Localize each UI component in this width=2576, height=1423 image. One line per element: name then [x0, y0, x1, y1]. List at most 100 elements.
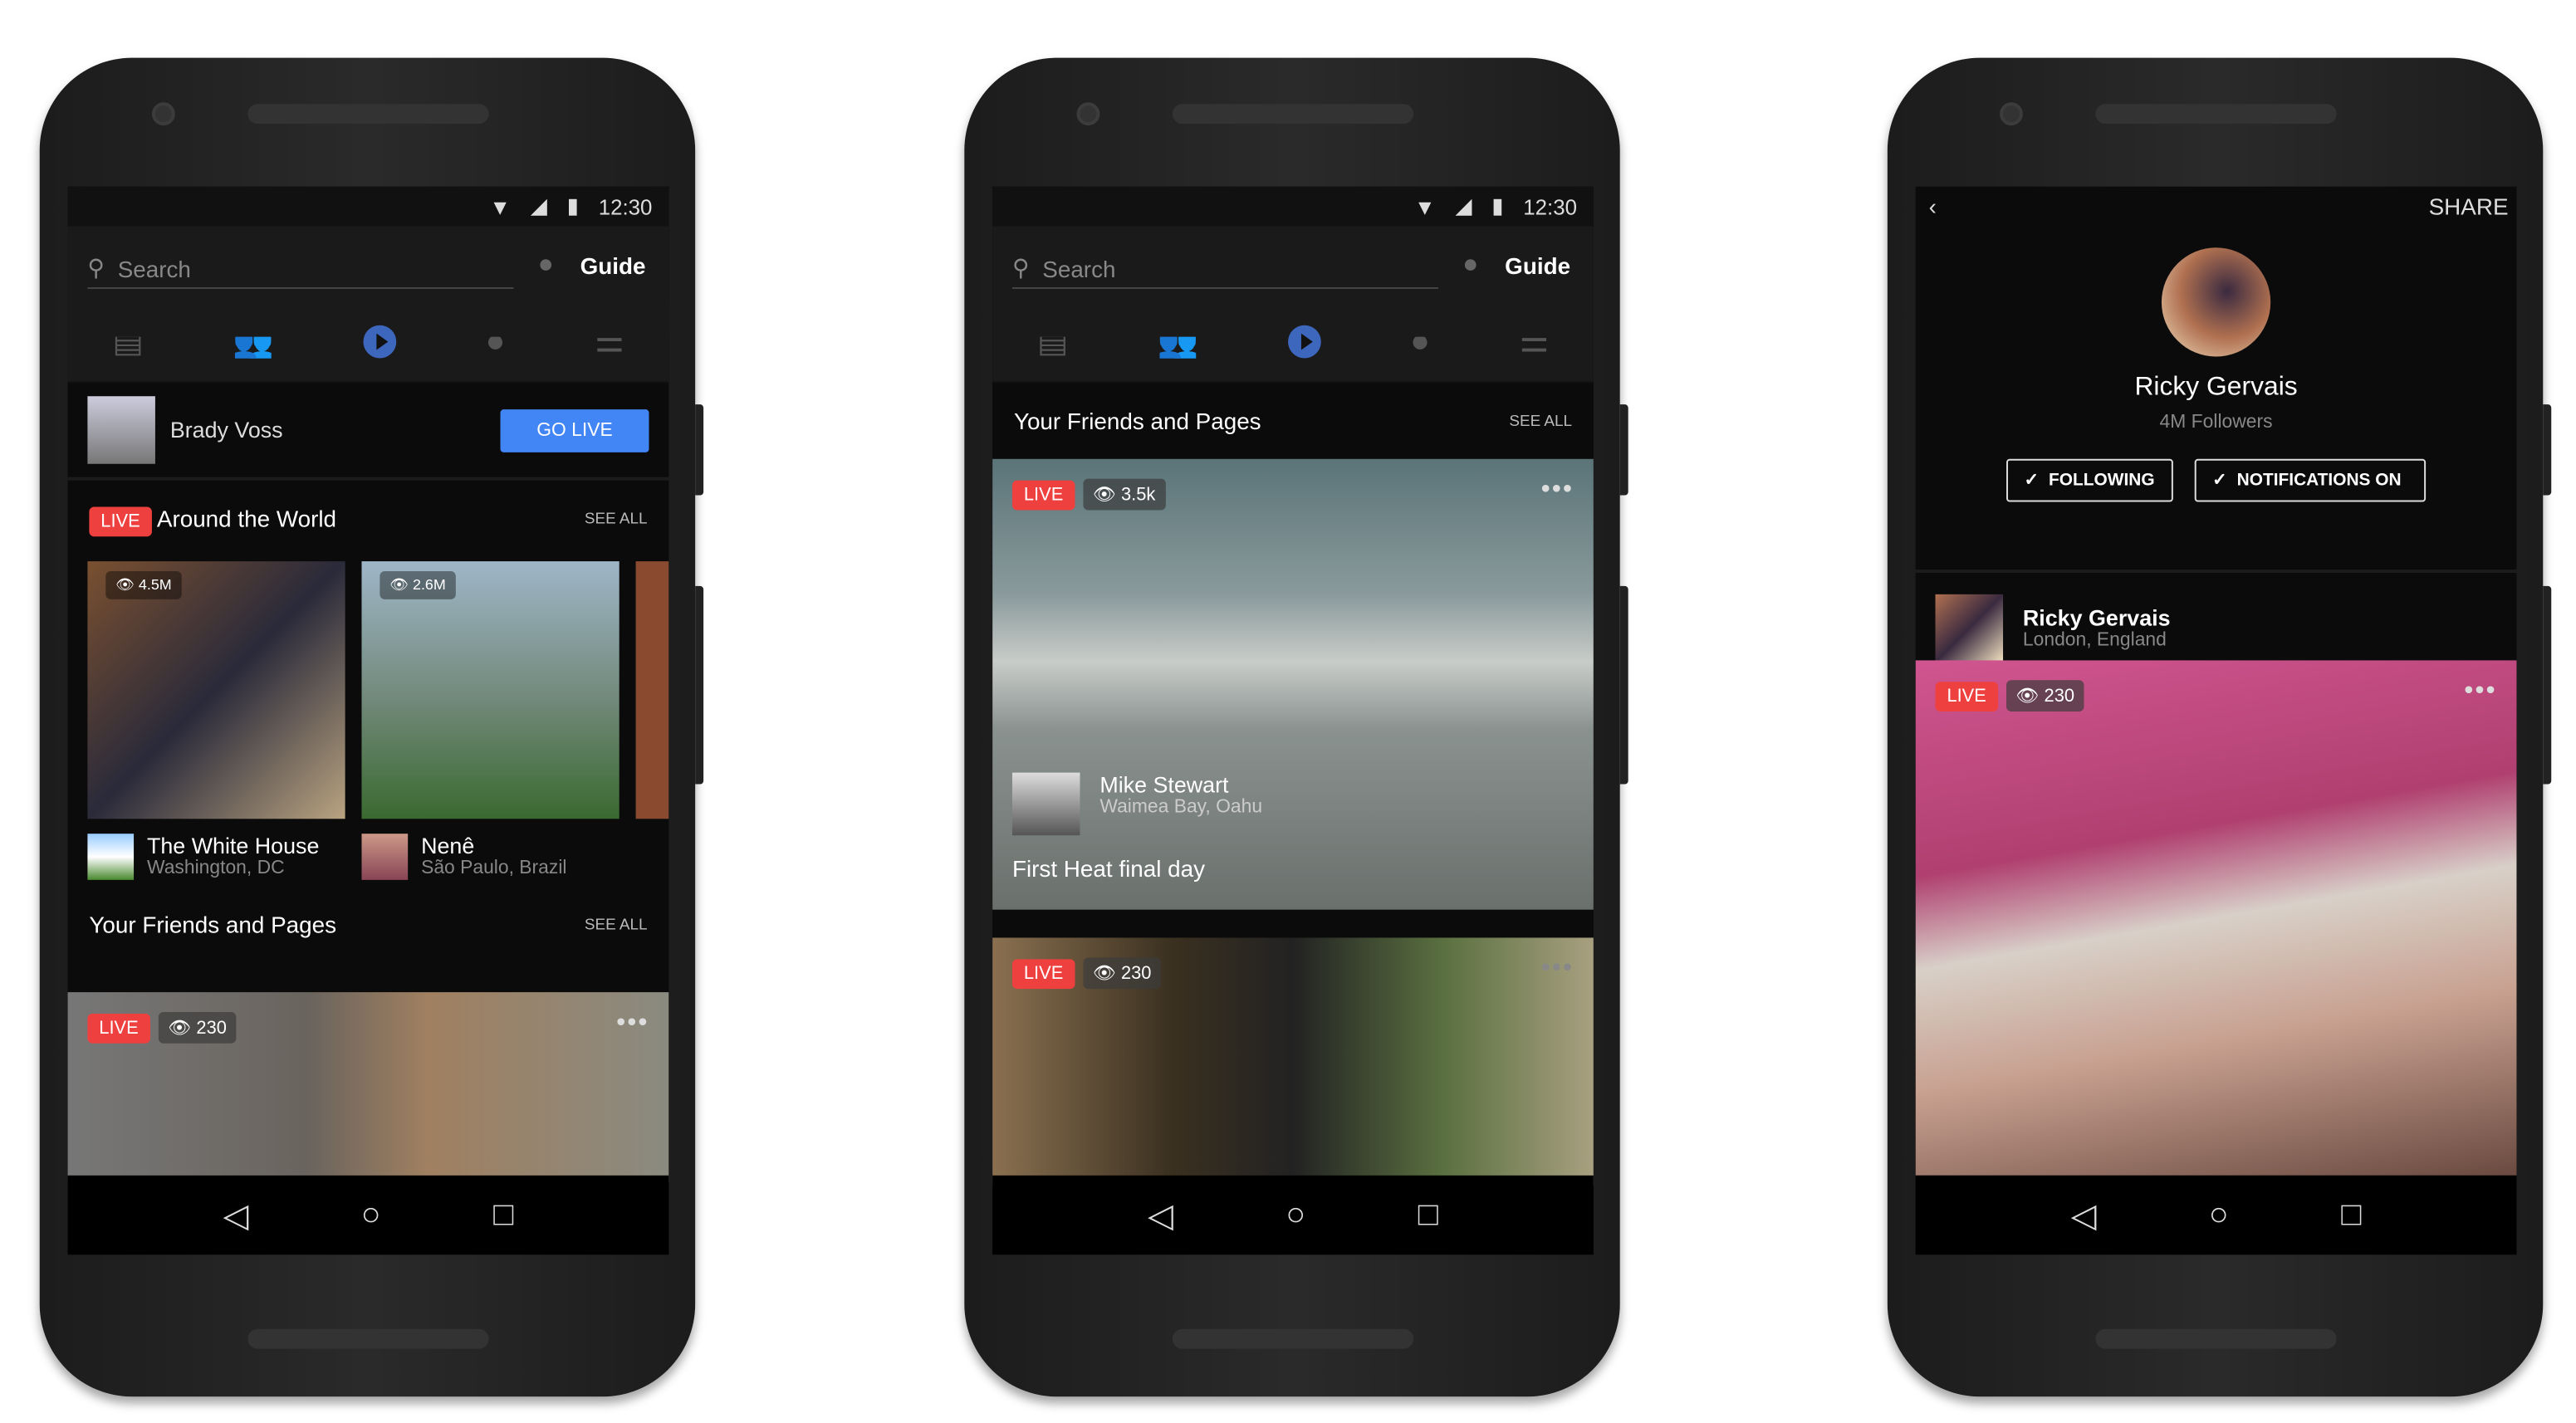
avatar [361, 834, 409, 880]
live-video[interactable]: LIVE 👁 230 ••• [67, 992, 669, 1182]
item-name: The White House [146, 834, 320, 859]
user-name: Brady Voss [169, 418, 283, 443]
phone-1: ▼ ◢ ▮ 12:30 ⚲ Search ● Guide ▤ 👥 ● ☰ Brady Voss … [39, 57, 704, 1397]
view-count: 4.5M [138, 575, 172, 593]
phone-3: ‹ SHARE Ricky Gervais 4M Followers ✓ FOLLO… [1887, 57, 2552, 1397]
live-badge: LIVE [1011, 958, 1075, 989]
home-icon[interactable]: ○ [1286, 1196, 1305, 1235]
profile-avatar [2161, 247, 2271, 357]
camera [2000, 102, 2023, 126]
back-chevron-icon[interactable]: ‹ [1929, 193, 1937, 220]
list-item[interactable]: The White House Washington, DC [87, 834, 319, 880]
follower-count: 4M Followers [2159, 413, 2273, 433]
view-count: 230 [196, 1018, 227, 1039]
view-count: 3.5k [1120, 485, 1156, 506]
following-label: FOLLOWING [2049, 470, 2155, 491]
signal-icon: ◢ [1455, 193, 1472, 218]
guide-button[interactable]: Guide [580, 252, 646, 279]
live-badge: LIVE [1011, 479, 1075, 510]
avatar [87, 834, 135, 880]
see-all-link[interactable]: SEE ALL [585, 916, 648, 934]
signal-icon: ◢ [530, 193, 547, 218]
camera [1076, 102, 1100, 126]
video-icon[interactable] [363, 324, 397, 358]
phone-2: ▼ ◢ ▮ 12:30 ⚲ Search ● Guide ▤ 👥 ● ☰ Your Friend… [964, 57, 1628, 1397]
battery-icon: ▮ [566, 193, 579, 218]
more-icon[interactable]: ••• [1541, 476, 1574, 506]
notifications-button[interactable]: ✓ NOTIFICATIONS ON [2194, 458, 2427, 502]
camera [151, 102, 175, 126]
video-thumbnail[interactable]: 👁 2.6M [361, 561, 620, 819]
live-video[interactable]: LIVE 👁 3.5k ••• Mike Stewart Waimea Bay, Oa… [992, 458, 1594, 910]
video-thumbnail[interactable]: 👁 4.5M [87, 561, 345, 819]
screen: ▼ ◢ ▮ 12:30 ⚲ Search ● Guide ▤ 👥 ● ☰ Your Friend… [992, 186, 1594, 1255]
power-button [1619, 585, 1628, 785]
screen: ‹ SHARE Ricky Gervais 4M Followers ✓ FOLLO… [1915, 186, 2517, 1255]
item-name: Nenê [421, 834, 475, 859]
video-thumbnail[interactable] [635, 561, 669, 819]
guide-button[interactable]: Guide [1505, 252, 1570, 279]
check-icon: ✓ [2212, 470, 2227, 491]
speaker [1172, 104, 1414, 125]
broadcaster-location: Waimea Bay, Oahu [1099, 797, 1263, 818]
speaker-bottom [247, 1328, 489, 1349]
search-icon: ⚲ [1011, 254, 1030, 281]
back-icon[interactable]: ◁ [2071, 1195, 2097, 1236]
go-live-button[interactable]: GO LIVE [500, 408, 649, 452]
search-placeholder: Search [117, 255, 191, 282]
recents-icon[interactable]: □ [2341, 1196, 2361, 1235]
wifi-icon: ▼ [1413, 193, 1436, 219]
power-button [2543, 585, 2552, 785]
list-item[interactable]: Nenê São Paulo, Brazil [361, 834, 566, 880]
search-input[interactable]: ⚲ Search [1011, 249, 1438, 289]
recents-icon[interactable]: □ [1418, 1196, 1438, 1235]
search-placeholder: Search [1042, 255, 1116, 282]
speaker [2095, 104, 2337, 125]
view-count: 2.6M [413, 575, 446, 593]
volume-button [1619, 404, 1628, 496]
post-location: London, England [2022, 629, 2167, 650]
messenger-icon[interactable]: ● [1462, 252, 1478, 279]
following-button[interactable]: ✓ FOLLOWING [2005, 458, 2173, 502]
view-count: 230 [1120, 964, 1152, 985]
recents-icon[interactable]: □ [493, 1196, 513, 1235]
section-title: Your Friends and Pages [1013, 408, 1261, 434]
live-badge: LIVE [1935, 681, 1998, 712]
more-icon[interactable]: ••• [1541, 954, 1574, 984]
messenger-icon[interactable]: ● [538, 252, 554, 279]
status-bar: ▼ ◢ ▮ 12:30 [992, 186, 1594, 227]
post-author: Ricky Gervais [2022, 604, 2171, 630]
volume-button [695, 404, 704, 496]
video-caption: First Heat final day [1011, 855, 1206, 882]
battery-icon: ▮ [1491, 193, 1504, 218]
wifi-icon: ▼ [489, 193, 512, 219]
see-all-link[interactable]: SEE ALL [585, 509, 648, 527]
avatar [1011, 772, 1080, 836]
more-icon[interactable]: ••• [2464, 677, 2496, 707]
home-icon[interactable]: ○ [361, 1196, 381, 1235]
search-input[interactable]: ⚲ Search [87, 249, 514, 289]
home-icon[interactable]: ○ [2209, 1196, 2229, 1235]
live-badge: LIVE [89, 506, 152, 537]
section-title: Your Friends and Pages [89, 911, 337, 938]
clock: 12:30 [1523, 193, 1578, 219]
share-button[interactable]: SHARE [2429, 193, 2509, 220]
live-video[interactable]: LIVE 👁 230 ••• [992, 937, 1594, 1186]
speaker-bottom [1172, 1328, 1414, 1349]
screen: ▼ ◢ ▮ 12:30 ⚲ Search ● Guide ▤ 👥 ● ☰ Brady Voss … [67, 186, 669, 1255]
avatar [1935, 593, 2004, 662]
see-all-link[interactable]: SEE ALL [1509, 412, 1572, 430]
item-location: São Paulo, Brazil [421, 858, 567, 878]
more-icon[interactable]: ••• [616, 1009, 649, 1039]
broadcaster-name: Mike Stewart [1099, 772, 1229, 798]
back-icon[interactable]: ◁ [223, 1195, 249, 1236]
volume-button [2543, 404, 2552, 496]
view-count: 230 [2044, 687, 2075, 707]
search-icon: ⚲ [87, 254, 105, 281]
clock: 12:30 [598, 193, 653, 219]
video-icon[interactable] [1287, 324, 1321, 358]
back-icon[interactable]: ◁ [1148, 1195, 1173, 1236]
avatar [87, 396, 155, 464]
live-video[interactable]: LIVE 👁 230 ••• [1915, 660, 2517, 1176]
live-badge: LIVE [87, 1012, 150, 1043]
